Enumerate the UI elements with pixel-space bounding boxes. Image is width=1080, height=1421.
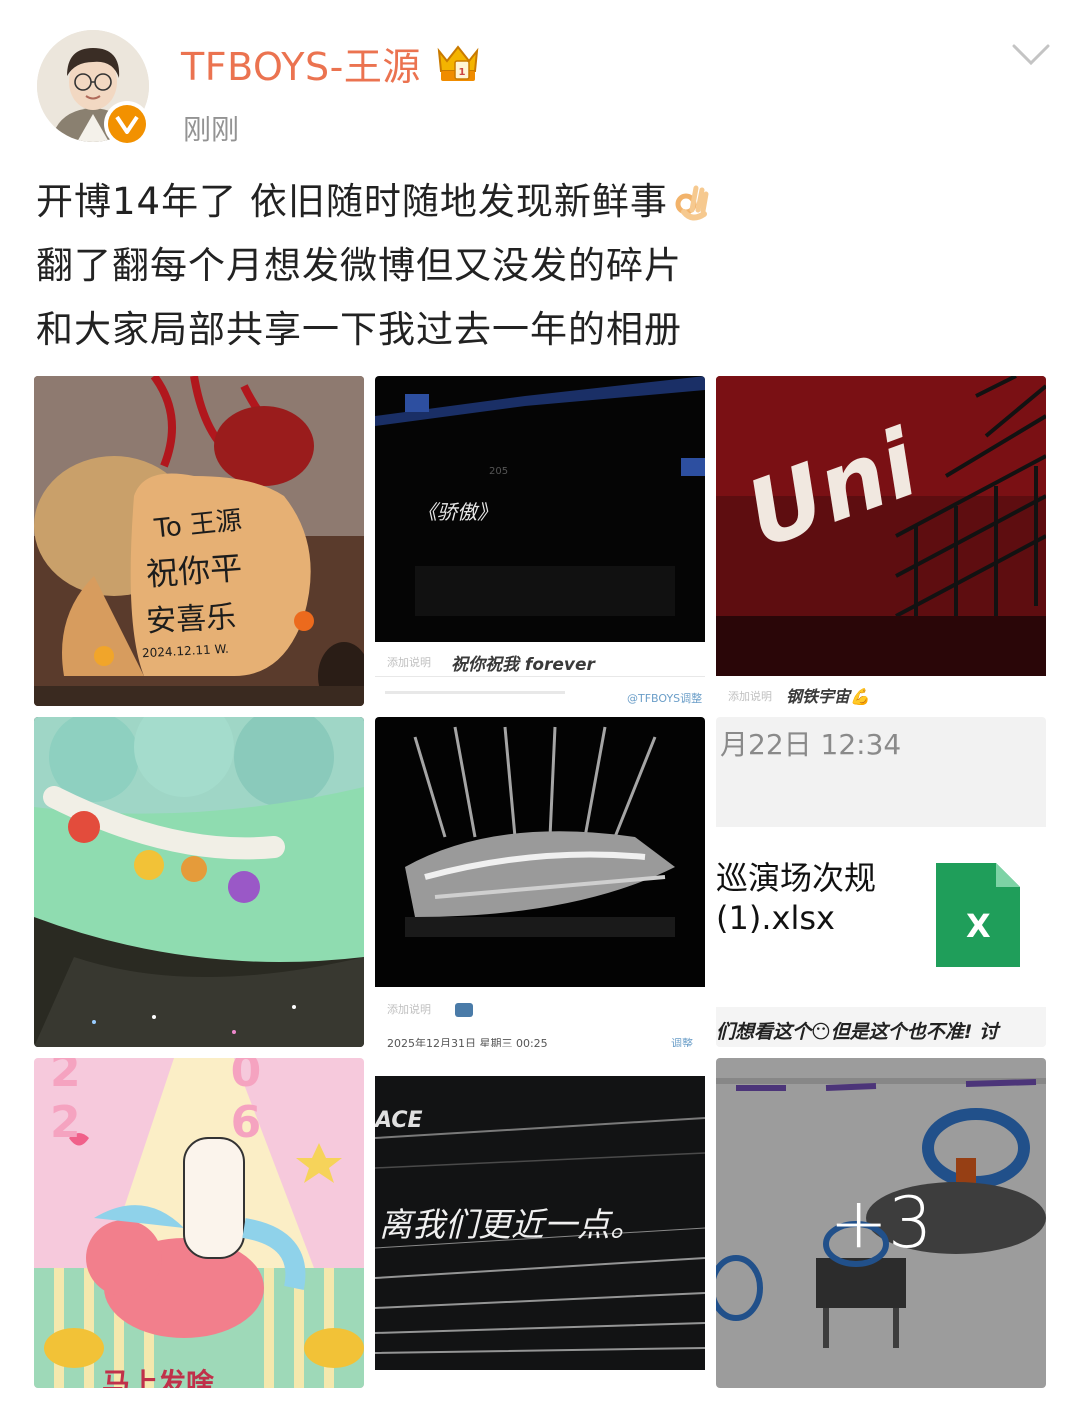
image-6[interactable]: 月22日 12:34 巡演场次规 (1).xlsx X 们想看这个😶但是这个也不… bbox=[716, 717, 1046, 1047]
caption-hint: 添加说明 bbox=[387, 656, 431, 669]
svg-text:1: 1 bbox=[458, 67, 465, 78]
caption-text: 们想看这个😶但是这个也不准! 讨 bbox=[716, 1021, 999, 1043]
image-4[interactable] bbox=[34, 717, 364, 1047]
image-9[interactable]: +3 bbox=[716, 1058, 1046, 1388]
ace-text: ACE bbox=[375, 1108, 423, 1133]
caption-hint: 添加说明 bbox=[728, 690, 772, 703]
more-images-count: +3 bbox=[829, 1182, 933, 1264]
image-3[interactable]: Uni 添加说明 钢铁宇宙💪 bbox=[716, 376, 1046, 706]
chat-date-time: 月22日 12:34 bbox=[720, 728, 902, 761]
post-line-2: 翻了翻每个月想发微博但又没发的碎片 bbox=[36, 244, 682, 287]
image-2[interactable]: 205 《骄傲》 添加说明 祝你祝我 forever @TFBOYS调整 bbox=[375, 376, 705, 706]
post-line-1: 开博14年了 依旧随时随地发现新鲜事 bbox=[36, 170, 1046, 234]
screen-small-text: 205 bbox=[489, 466, 509, 477]
file-name-1: 巡演场次规 bbox=[716, 859, 877, 897]
verified-badge-icon bbox=[104, 101, 150, 147]
caption-text: 钢铁宇宙💪 bbox=[786, 687, 870, 706]
file-name-2: (1).xlsx bbox=[716, 899, 835, 937]
caption-date: 2025年12月31日 星期三 00:25 bbox=[387, 1037, 548, 1047]
author-row: TFBOYS-王源 1 bbox=[181, 36, 483, 91]
more-images-overlay[interactable]: +3 bbox=[716, 1058, 1046, 1388]
caption-hint: 添加说明 bbox=[387, 1003, 431, 1016]
image-7[interactable]: 20 26 马上发啥 bbox=[34, 1058, 364, 1388]
caption-link: 调整 bbox=[671, 1037, 693, 1047]
screen-text: 离我们更近一点。 bbox=[379, 1205, 643, 1244]
screen-title: 《骄傲》 bbox=[417, 500, 497, 524]
excel-icon: X bbox=[966, 907, 991, 945]
author-name[interactable]: TFBOYS-王源 bbox=[181, 36, 421, 91]
chevron-down-icon[interactable] bbox=[1010, 40, 1052, 70]
caption-text: 祝你祝我 forever bbox=[451, 655, 595, 675]
fan-text-2: 祝你平 bbox=[144, 548, 244, 594]
post-time: 刚刚 bbox=[183, 113, 240, 146]
image-8[interactable]: ACE 离我们更近一点。 bbox=[375, 1058, 705, 1388]
image-1[interactable]: To 王源 祝你平 安喜乐 2024.12.11 W. bbox=[34, 376, 364, 706]
caption-footer: @TFBOYS调整 bbox=[627, 692, 703, 705]
bottom-text: 马上发啥 bbox=[102, 1367, 215, 1388]
year-text: 20 26 bbox=[50, 1058, 261, 1148]
post-line-3: 和大家局部共享一下我过去一年的相册 bbox=[36, 308, 682, 351]
post-line-1-text: 开博14年了 依旧随时随地发现新鲜事 bbox=[36, 180, 668, 223]
image-grid: To 王源 祝你平 安喜乐 2024.12.11 W. 205 《骄傲》 添加说… bbox=[34, 376, 1046, 1388]
post-text: 开博14年了 依旧随时随地发现新鲜事 翻了翻每个月想发微博但又没发的碎片 和大家… bbox=[36, 170, 1046, 362]
vip-crown-icon: 1 bbox=[437, 45, 479, 81]
ok-hand-icon bbox=[675, 185, 709, 221]
fan-text-3: 安喜乐 bbox=[145, 599, 238, 640]
image-5[interactable]: 添加说明 2025年12月31日 星期三 00:25 调整 bbox=[375, 717, 705, 1047]
